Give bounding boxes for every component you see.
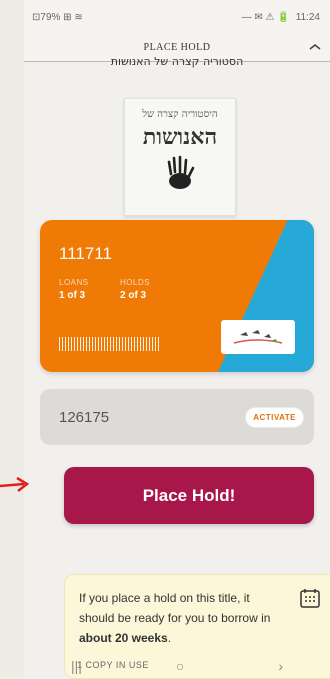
book-title: הסטוריה קצרה של האנושות xyxy=(110,56,244,68)
system-nav-bar: ||| ○ › xyxy=(24,652,330,679)
activation-code: 126175 xyxy=(59,408,110,426)
library-card[interactable]: 111711 LOANS 1 of 3 HOLDS 2 of 3 xyxy=(40,220,314,372)
chevron-up-icon[interactable] xyxy=(308,40,322,54)
hold-info-text: If you place a hold on this title, it sh… xyxy=(79,588,279,648)
card-barcode xyxy=(59,337,159,351)
red-arrow-annotation xyxy=(0,476,30,492)
loans-column: LOANS 1 of 3 xyxy=(59,278,89,301)
hold-info-prefix: If you place a hold on this title, it sh… xyxy=(79,591,271,625)
recent-apps-icon[interactable]: ||| xyxy=(71,658,82,674)
loans-value: 1 of 3 xyxy=(59,290,86,301)
status-right: — ✉ ⚠ 🔋 11:24 xyxy=(242,12,320,23)
activate-button[interactable]: ACTIVATE xyxy=(245,406,304,428)
page-title: PLACE HOLD xyxy=(143,42,211,53)
activation-code-row: 126175 ACTIVATE xyxy=(40,389,314,445)
app-screen: ⊡79% ⊞ ≋ — ✉ ⚠ 🔋 11:24 PLACE HOLD הסטורי… xyxy=(24,0,330,679)
hold-wait-time: about 20 weeks xyxy=(79,631,168,645)
birds-logo-icon xyxy=(233,330,283,344)
holds-value: 2 of 3 xyxy=(120,290,147,301)
place-hold-button[interactable]: Place Hold! xyxy=(64,467,314,524)
book-cover: היסטוריה קצרה של האנושות xyxy=(124,98,236,216)
status-left: ⊡79% ⊞ ≋ xyxy=(32,11,83,23)
back-icon[interactable]: › xyxy=(278,658,283,674)
holds-label: HOLDS xyxy=(120,278,151,287)
holds-column: HOLDS 2 of 3 xyxy=(120,278,150,301)
cover-title: האנושות xyxy=(142,124,218,150)
status-bar: ⊡79% ⊞ ≋ — ✉ ⚠ 🔋 11:24 xyxy=(24,0,330,34)
home-icon[interactable]: ○ xyxy=(176,658,184,674)
card-number: 111711 xyxy=(59,244,112,263)
cover-subtitle: היסטוריה קצרה של xyxy=(142,109,218,120)
calendar-icon xyxy=(300,589,320,608)
status-icons: — ✉ ⚠ 🔋 xyxy=(241,11,290,23)
status-time: 11:24 xyxy=(295,11,320,23)
library-logo xyxy=(221,320,295,354)
hand-print-icon xyxy=(167,155,195,189)
hold-info-suffix: . xyxy=(167,631,172,645)
loans-label: LOANS xyxy=(59,278,89,287)
